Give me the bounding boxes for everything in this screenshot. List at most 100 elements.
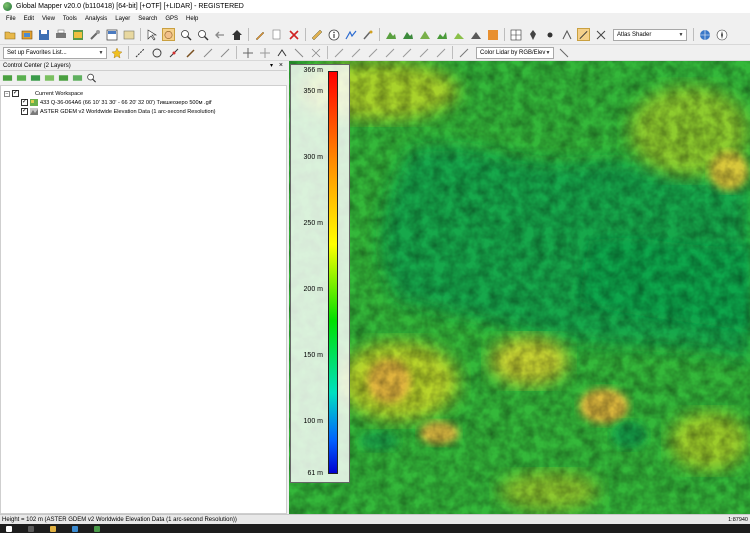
layer-2-checkbox[interactable]: ✓ xyxy=(21,108,28,115)
menu-help[interactable]: Help xyxy=(186,16,198,22)
control-center-icon[interactable] xyxy=(71,28,84,41)
secondary-toolbar: Set up Favorites List... ▼ Color Lidar b… xyxy=(0,45,750,61)
pan-hand-icon[interactable] xyxy=(162,28,175,41)
home-icon[interactable] xyxy=(230,28,243,41)
terrain-4-icon[interactable] xyxy=(435,28,448,41)
layer-close-icon[interactable] xyxy=(72,73,83,84)
terrain-1-icon[interactable] xyxy=(384,28,397,41)
edit-pencil-icon[interactable] xyxy=(253,28,266,41)
layer-visibility-icon[interactable] xyxy=(30,73,41,84)
ruler-icon[interactable] xyxy=(310,28,323,41)
erase-icon[interactable] xyxy=(594,28,607,41)
reshape-4-icon[interactable] xyxy=(383,46,396,59)
map-view[interactable] xyxy=(289,61,750,514)
path-profile-icon[interactable] xyxy=(344,28,357,41)
layer-search-icon[interactable] xyxy=(86,73,97,84)
open-folder-icon[interactable] xyxy=(3,28,16,41)
menu-edit[interactable]: Edit xyxy=(24,16,34,22)
layer-zoom-icon[interactable] xyxy=(58,73,69,84)
collapse-icon[interactable]: − xyxy=(4,90,10,97)
reshape-6-icon[interactable] xyxy=(417,46,430,59)
pin-icon[interactable] xyxy=(526,28,539,41)
open-data-icon[interactable] xyxy=(20,28,33,41)
draw-line-icon[interactable] xyxy=(133,46,146,59)
workspace-checkbox[interactable]: ✓ xyxy=(12,90,19,97)
lidar-filter-icon[interactable] xyxy=(557,46,570,59)
delete-x-icon[interactable] xyxy=(287,28,300,41)
layer-1-checkbox[interactable]: ✓ xyxy=(21,99,28,106)
chevron-down-icon: ▼ xyxy=(678,31,684,38)
legend-label: 100 m xyxy=(303,418,323,426)
save-icon[interactable] xyxy=(37,28,50,41)
layout-icon[interactable] xyxy=(105,28,118,41)
window-title: Global Mapper v20.0 (b110418) [64-bit] [… xyxy=(16,3,244,10)
point-icon[interactable] xyxy=(543,28,556,41)
zoom-in-icon[interactable] xyxy=(179,28,192,41)
brush-icon[interactable] xyxy=(184,46,197,59)
grid-icon[interactable] xyxy=(509,28,522,41)
copy-icon[interactable] xyxy=(270,28,283,41)
zoom-out-icon[interactable] xyxy=(196,28,209,41)
reshape-5-icon[interactable] xyxy=(400,46,413,59)
move-icon[interactable] xyxy=(241,46,254,59)
terrain-5-icon[interactable] xyxy=(452,28,465,41)
menu-layer[interactable]: Layer xyxy=(115,16,130,22)
elevation-legend: 366 m 350 m 300 m 250 m 200 m 150 m 100 … xyxy=(290,64,350,483)
tools-wrench-icon[interactable] xyxy=(88,28,101,41)
layer-options-icon[interactable] xyxy=(16,73,27,84)
file-explorer-icon[interactable] xyxy=(50,525,56,532)
menu-view[interactable]: View xyxy=(42,16,55,22)
menu-analysis[interactable]: Analysis xyxy=(85,16,107,22)
layer-item[interactable]: ✓ 433 Q-36-064A6 (66 10' 31 30' - 66 20'… xyxy=(21,98,212,107)
terrain-6-icon[interactable] xyxy=(469,28,482,41)
layer-add-icon[interactable] xyxy=(2,73,13,84)
legend-label: 200 m xyxy=(303,286,323,294)
vertex-icon[interactable] xyxy=(167,46,180,59)
lidar-select-icon[interactable] xyxy=(457,46,470,59)
back-arrow-icon[interactable] xyxy=(213,28,226,41)
star-icon[interactable] xyxy=(110,46,123,59)
menu-tools[interactable]: Tools xyxy=(63,16,77,22)
favorites-select[interactable]: Set up Favorites List... ▼ xyxy=(3,46,107,59)
reshape-2-icon[interactable] xyxy=(349,46,362,59)
map-scale: 1:87940 xyxy=(728,516,748,523)
menu-search[interactable]: Search xyxy=(138,16,157,22)
rotate-icon[interactable] xyxy=(258,46,271,59)
search-icon[interactable] xyxy=(28,525,34,532)
circle-tool-icon[interactable] xyxy=(150,46,163,59)
config-icon[interactable] xyxy=(122,28,135,41)
compass-icon[interactable] xyxy=(715,28,728,41)
reshape-3-icon[interactable] xyxy=(366,46,379,59)
lidar-tool-icon[interactable] xyxy=(560,28,573,41)
lidar-color-select[interactable]: Color Lidar by RGB/Elev ▼ xyxy=(476,46,554,59)
workspace-node[interactable]: − ✓ Current Workspace xyxy=(4,89,83,98)
layer-item[interactable]: ✓ ASTER GDEM v2 Worldwide Elevation Data… xyxy=(21,107,216,116)
reshape-7-icon[interactable] xyxy=(434,46,447,59)
measure-icon[interactable] xyxy=(577,28,590,41)
connect-icon[interactable] xyxy=(275,46,288,59)
menu-gps[interactable]: GPS xyxy=(165,16,178,22)
pin-panel-icon[interactable]: ▾ xyxy=(270,62,273,69)
info-icon[interactable] xyxy=(327,28,340,41)
reshape-1-icon[interactable] xyxy=(332,46,345,59)
close-panel-icon[interactable]: × xyxy=(279,62,283,69)
start-icon[interactable] xyxy=(6,525,12,532)
shader-select[interactable]: Atlas Shader ▼ xyxy=(613,28,687,41)
shader-icon[interactable] xyxy=(486,28,499,41)
legend-label: 300 m xyxy=(303,154,323,162)
elevation-map-image xyxy=(289,61,750,514)
layer-metadata-icon[interactable] xyxy=(44,73,55,84)
globe-icon[interactable] xyxy=(698,28,711,41)
menu-file[interactable]: File xyxy=(6,16,16,22)
terrain-3-icon[interactable] xyxy=(418,28,431,41)
print-icon[interactable] xyxy=(54,28,67,41)
join-icon[interactable] xyxy=(292,46,305,59)
select-tool-icon[interactable] xyxy=(145,28,158,41)
cut-icon[interactable] xyxy=(309,46,322,59)
digitizer-icon[interactable] xyxy=(361,28,374,41)
global-mapper-task-icon[interactable] xyxy=(94,525,100,532)
browser-icon[interactable] xyxy=(72,525,78,532)
line-split-icon[interactable] xyxy=(218,46,231,59)
line-edit-icon[interactable] xyxy=(201,46,214,59)
terrain-2-icon[interactable] xyxy=(401,28,414,41)
